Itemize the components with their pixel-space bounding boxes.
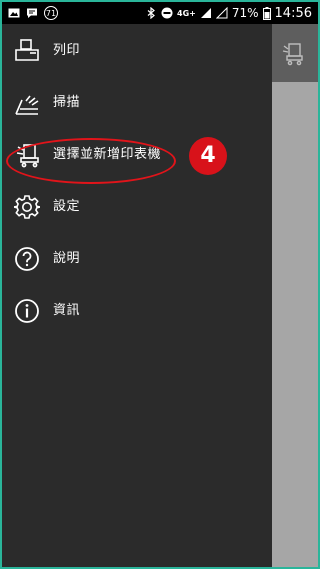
background-app-toolbar [272, 24, 318, 82]
message-notification-icon [27, 8, 37, 18]
signal-icon [200, 8, 211, 18]
highlight-ellipse [6, 138, 176, 184]
scan-icon [15, 95, 39, 115]
menu-item-label: 列印 [53, 43, 81, 58]
notification-badge-icon: 71 [44, 6, 58, 20]
battery-percent: 71% [231, 6, 259, 20]
image-notification-icon [8, 8, 20, 18]
printer-select-icon[interactable] [280, 40, 304, 66]
menu-item-help[interactable]: 說明 [2, 233, 272, 285]
battery-icon [262, 6, 271, 20]
device-frame: 71 4G+ 71% 14:56 列印 掃描 選擇並新增印表機 設定 說明 資訊… [0, 0, 320, 569]
menu-item-scan[interactable]: 掃描 [2, 77, 272, 129]
network-type-label: 4G+ [177, 8, 196, 18]
signal-secondary-icon [215, 7, 228, 19]
menu-item-label: 設定 [53, 199, 81, 214]
menu-item-print[interactable]: 列印 [2, 25, 272, 77]
bluetooth-icon [147, 7, 155, 19]
navigation-drawer: 列印 掃描 選擇並新增印表機 設定 說明 資訊 4 [2, 24, 272, 567]
info-icon [15, 299, 39, 323]
help-icon [15, 247, 39, 271]
step-callout-badge: 4 [189, 137, 227, 175]
menu-item-label: 掃描 [53, 95, 81, 110]
status-bar: 71 4G+ 71% 14:56 [2, 2, 318, 24]
menu-item-label: 資訊 [53, 303, 81, 318]
screen: 71 4G+ 71% 14:56 列印 掃描 選擇並新增印表機 設定 說明 資訊… [2, 2, 318, 567]
do-not-disturb-icon [161, 7, 173, 19]
print-icon [15, 39, 39, 61]
gear-icon [14, 195, 40, 219]
menu-item-settings[interactable]: 設定 [2, 181, 272, 233]
menu-item-info[interactable]: 資訊 [2, 285, 272, 337]
menu-item-label: 說明 [53, 251, 81, 266]
clock: 14:56 [274, 5, 312, 21]
